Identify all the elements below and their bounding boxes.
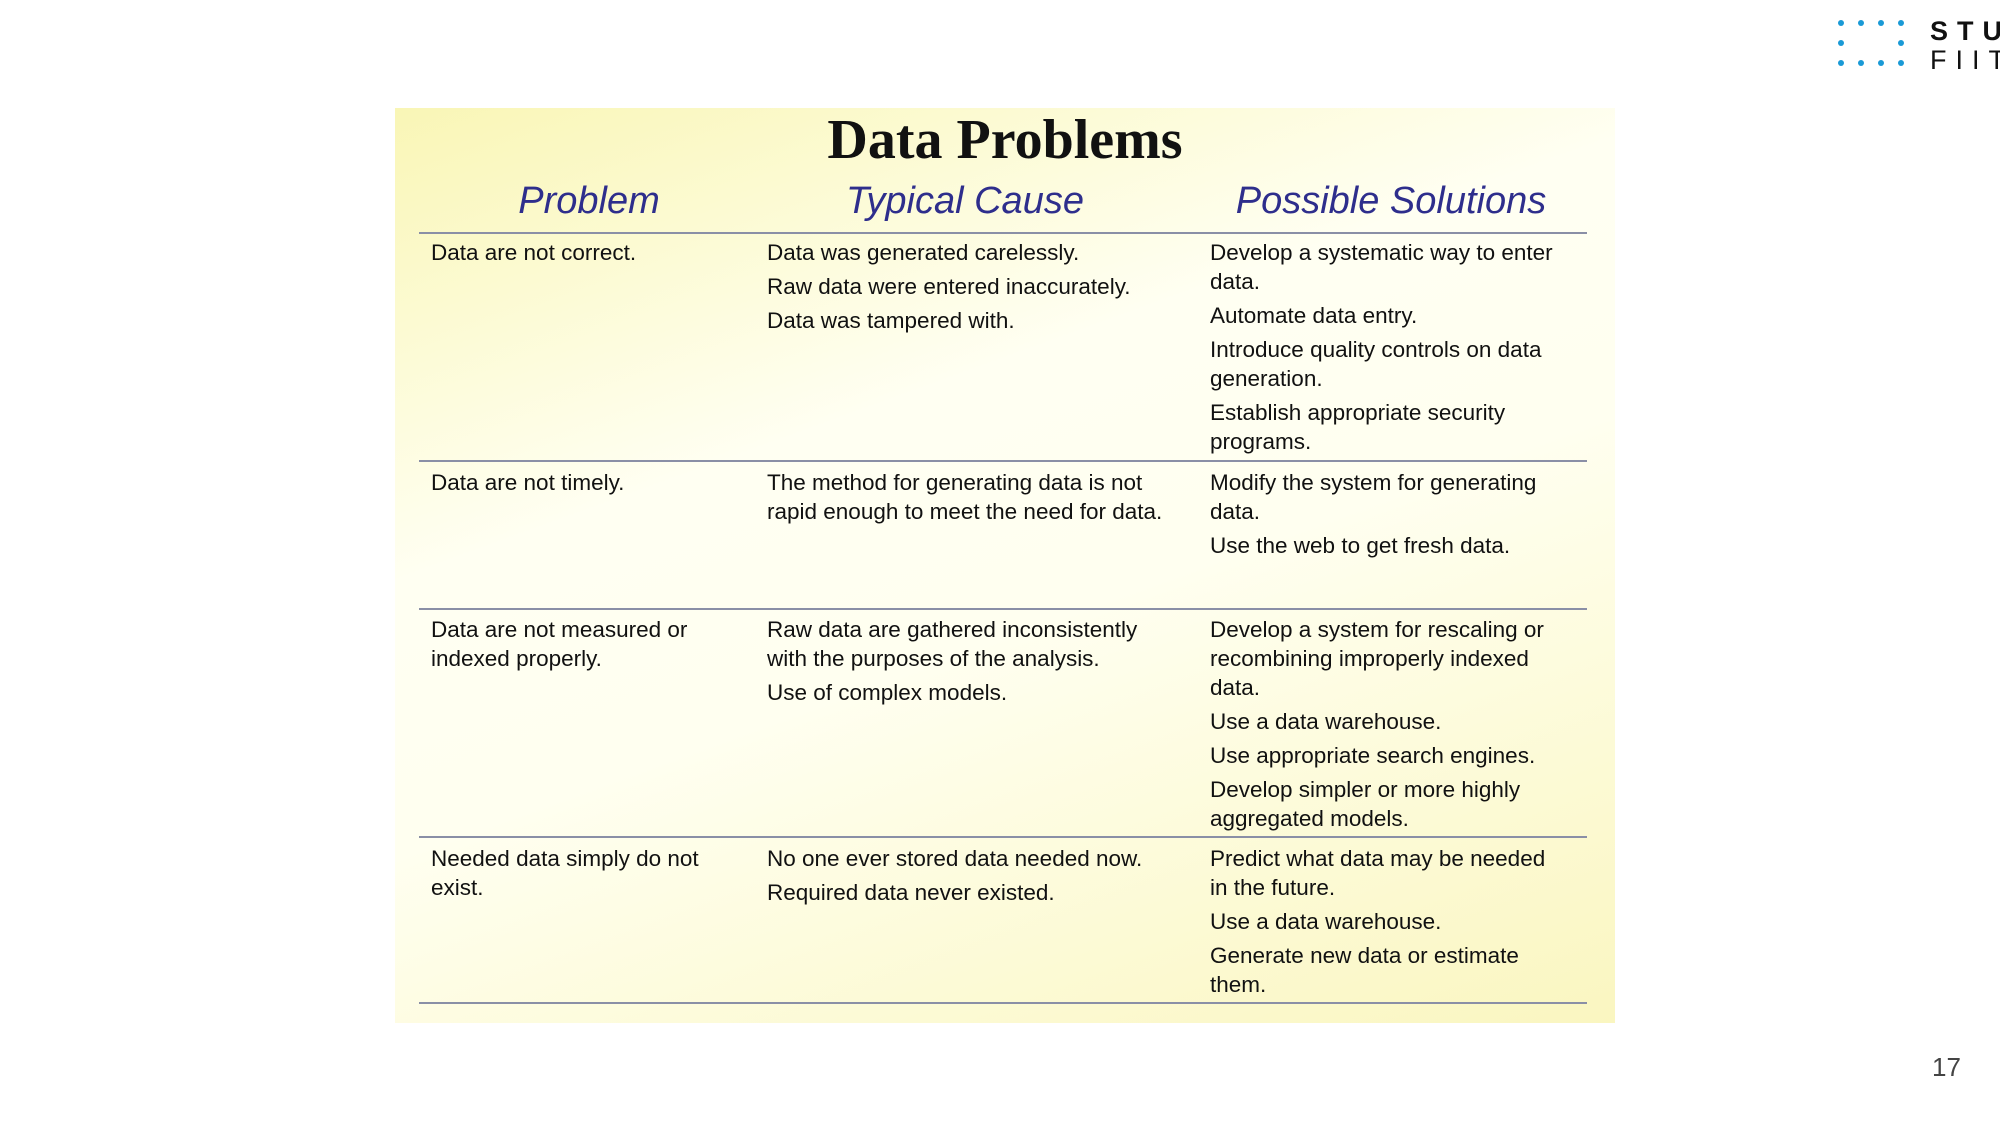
solution-text: Use the web to get fresh data. <box>1210 533 1511 558</box>
row-3-solutions: Develop a system for rescaling or recomb… <box>1210 615 1600 838</box>
row-3-problem: Data are not measured or indexed properl… <box>431 615 751 678</box>
cause-item: The method for generating data is not ra… <box>767 468 1197 526</box>
solution-text: data. <box>1210 499 1261 524</box>
solution-item: Use a data warehouse. <box>1210 707 1600 736</box>
solution-item: Develop simpler or more highly aggregate… <box>1210 775 1600 833</box>
solution-text: data. <box>1210 269 1261 294</box>
cause-text: rapid enough to meet the need for data. <box>767 499 1163 524</box>
row-1-problem: Data are not correct. <box>431 238 751 272</box>
solution-text: Develop simpler or more highly <box>1210 777 1521 802</box>
problem-item: Needed data simply do not exist. <box>431 844 751 902</box>
solution-item: Modify the system for generating data. <box>1210 468 1600 526</box>
slide: STU FIIT Data Problems Problem Typical C… <box>0 0 2000 1125</box>
row-2-solutions: Modify the system for generating data. U… <box>1210 468 1600 565</box>
solution-text: Introduce quality controls on data <box>1210 337 1542 362</box>
logo-text-stu: STU <box>1930 16 2000 46</box>
logo-text-fiit: FIIT <box>1930 45 2000 75</box>
solution-item: Use a data warehouse. <box>1210 907 1600 936</box>
solution-text: Establish appropriate security <box>1210 400 1506 425</box>
solution-item: Introduce quality controls on data gener… <box>1210 335 1600 393</box>
solution-text: generation. <box>1210 366 1323 391</box>
solution-text: Use a data warehouse. <box>1210 709 1442 734</box>
cause-text: Data was tampered with. <box>767 308 1015 333</box>
solution-text: Use a data warehouse. <box>1210 909 1442 934</box>
cause-text: Data was generated carelessly. <box>767 240 1080 265</box>
row-2-problem: Data are not timely. <box>431 468 751 502</box>
solution-text: programs. <box>1210 429 1312 454</box>
cause-text: The method for generating data is not <box>767 470 1143 495</box>
cause-item: Raw data are gathered inconsistently wit… <box>767 615 1197 673</box>
solution-text: Develop a systematic way to enter <box>1210 240 1553 265</box>
solution-text: aggregated models. <box>1210 806 1409 831</box>
problem-text: Data are not correct. <box>431 240 637 265</box>
solution-text: Predict what data may be needed <box>1210 846 1546 871</box>
cause-text: Raw data were entered inaccurately. <box>767 274 1131 299</box>
row-4-solutions: Predict what data may be needed in the f… <box>1210 844 1600 1004</box>
solution-item: Automate data entry. <box>1210 301 1600 330</box>
row-2-causes: The method for generating data is not ra… <box>767 468 1197 531</box>
cause-text: Use of complex models. <box>767 680 1008 705</box>
problem-text: Needed data simply do not <box>431 846 699 871</box>
problem-text: Data are not measured or <box>431 617 688 642</box>
table-rule <box>419 608 1587 610</box>
stu-fiit-logo: STU FIIT <box>1838 16 2000 78</box>
problem-item: Data are not measured or indexed properl… <box>431 615 751 673</box>
solution-text: data. <box>1210 675 1261 700</box>
solution-text: Automate data entry. <box>1210 303 1418 328</box>
cause-text: Raw data are gathered inconsistently <box>767 617 1138 642</box>
solution-text: them. <box>1210 972 1267 997</box>
cause-text: Required data never existed. <box>767 880 1055 905</box>
problem-text: indexed properly. <box>431 646 602 671</box>
panel-title: Data Problems <box>827 109 1183 171</box>
cause-item: Use of complex models. <box>767 678 1197 707</box>
solution-item: Predict what data may be needed in the f… <box>1210 844 1600 902</box>
slide-image-panel: Data Problems Problem Typical Cause Poss… <box>395 108 1615 1023</box>
solution-text: Generate new data or estimate <box>1210 943 1519 968</box>
cause-text: No one ever stored data needed now. <box>767 846 1143 871</box>
solution-text: Modify the system for generating <box>1210 470 1537 495</box>
row-3-causes: Raw data are gathered inconsistently wit… <box>767 615 1197 712</box>
solution-text: Use appropriate search engines. <box>1210 743 1536 768</box>
column-header-typical-cause: Typical Cause <box>846 180 1084 222</box>
page-number: 17 <box>1932 1052 1961 1082</box>
column-header-possible-solutions: Possible Solutions <box>1235 180 1547 222</box>
column-header-problem: Problem <box>518 180 660 222</box>
row-4-problem: Needed data simply do not exist. <box>431 844 751 907</box>
solution-item: Use appropriate search engines. <box>1210 741 1600 770</box>
cause-text: with the purposes of the analysis. <box>767 646 1100 671</box>
row-4-causes: No one ever stored data needed now. Requ… <box>767 844 1197 912</box>
problem-text: exist. <box>431 875 484 900</box>
problem-text: Data are not timely. <box>431 470 625 495</box>
solution-text: Develop a system for rescaling or <box>1210 617 1544 642</box>
solution-item: Generate new data or estimate them. <box>1210 941 1600 999</box>
row-1-causes: Data was generated carelessly. Raw data … <box>767 238 1197 340</box>
solution-item: Use the web to get fresh data. <box>1210 531 1600 560</box>
solution-text: recombining improperly indexed <box>1210 646 1529 671</box>
row-1-solutions: Develop a systematic way to enter data. … <box>1210 238 1600 461</box>
solution-text: in the future. <box>1210 875 1336 900</box>
table-rule <box>419 232 1587 234</box>
solution-item: Establish appropriate security programs. <box>1210 398 1600 456</box>
solution-item: Develop a systematic way to enter data. <box>1210 238 1600 296</box>
logo-dots-icon <box>1838 20 1920 74</box>
solution-item: Develop a system for rescaling or recomb… <box>1210 615 1600 702</box>
